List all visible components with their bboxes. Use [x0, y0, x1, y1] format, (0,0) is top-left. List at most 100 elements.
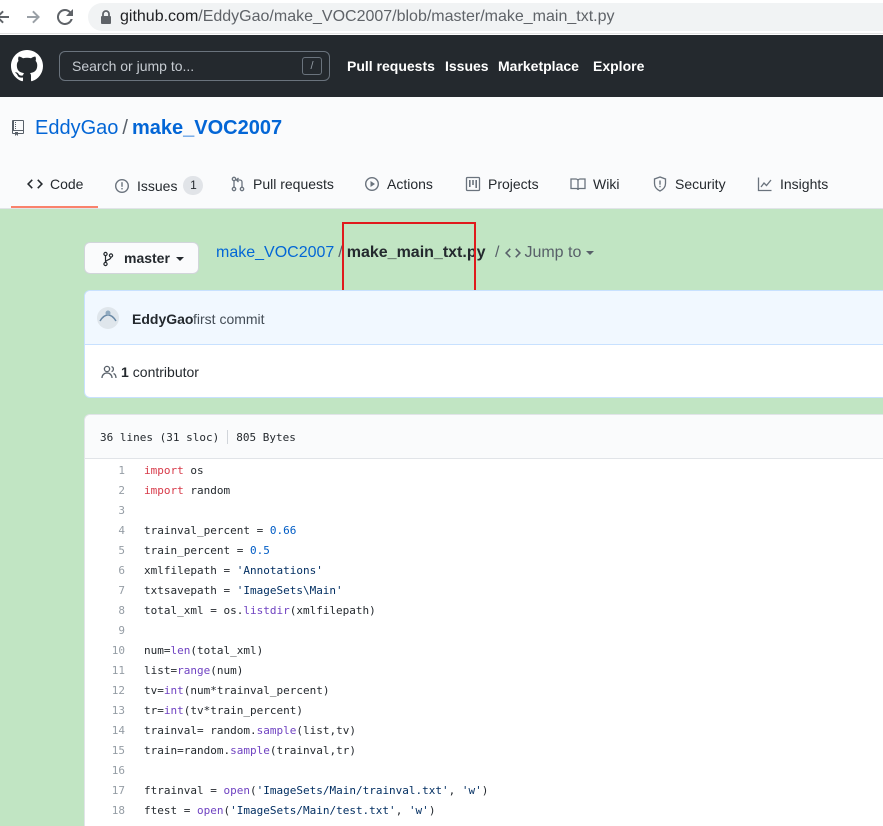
line-number[interactable]: 11 — [85, 661, 125, 681]
graph-icon — [757, 177, 772, 192]
commit-author[interactable]: EddyGao — [132, 311, 193, 327]
code-line: 11 list=range(num) — [85, 661, 883, 681]
tab-code[interactable]: Code — [27, 176, 83, 192]
code-table: 1 import os 2 import random 3 4 trainval_perce… — [85, 461, 883, 821]
code-text: import random — [144, 484, 231, 497]
line-number[interactable]: 9 — [85, 621, 125, 641]
branch-select-button[interactable]: master — [84, 242, 199, 274]
contributors-label: contributor — [132, 364, 199, 380]
code-text: txtsavepath = 'ImageSets\Main' — [144, 584, 343, 597]
tab-issues[interactable]: Issues 1 — [114, 176, 204, 195]
github-logo-icon[interactable] — [11, 50, 43, 82]
tab-projects-label: Projects — [488, 176, 539, 192]
tab-code-label: Code — [50, 176, 84, 192]
code-text: train_percent = 0.5 — [144, 544, 270, 557]
line-number[interactable]: 15 — [85, 741, 125, 761]
tab-insights[interactable]: Insights — [757, 176, 828, 192]
contributors-link[interactable]: 1 contributor — [101, 364, 199, 380]
line-number[interactable]: 8 — [85, 601, 125, 621]
forward-icon[interactable] — [22, 6, 44, 28]
tab-security-label: Security — [675, 176, 726, 192]
code-line: 17 ftrainval = open('ImageSets/Main/train… — [85, 781, 883, 801]
code-text: list=range(num) — [144, 664, 244, 677]
nav-pull-requests[interactable]: Pull requests — [347, 58, 435, 74]
line-number[interactable]: 10 — [85, 641, 125, 661]
code-line: 8 total_xml = os.listdir(xmlfilepath) — [85, 601, 883, 621]
chevron-down-icon — [176, 257, 184, 261]
contributors-count: 1 — [121, 364, 129, 380]
line-number[interactable]: 18 — [85, 801, 125, 821]
line-number[interactable]: 13 — [85, 701, 125, 721]
repo-owner-link[interactable]: EddyGao — [35, 117, 118, 139]
repo-icon — [12, 120, 24, 136]
breadcrumb-repo-link[interactable]: make_VOC2007 — [216, 244, 334, 261]
branch-icon — [103, 251, 114, 267]
code-line: 4 trainval_percent = 0.66 — [85, 521, 883, 541]
code-text: ftest = open('ImageSets/Main/test.txt', … — [144, 804, 436, 817]
line-number[interactable]: 1 — [85, 461, 125, 481]
repo-header: EddyGao / make_VOC2007 Code Issues 1 Pull … — [0, 97, 883, 209]
reload-icon[interactable] — [54, 6, 76, 28]
line-number[interactable]: 14 — [85, 721, 125, 741]
line-number[interactable]: 3 — [85, 501, 125, 521]
url-text: github.com/EddyGao/make_VOC2007/blob/mas… — [120, 8, 614, 26]
tab-actions[interactable]: Actions — [364, 176, 433, 192]
address-bar[interactable]: github.com/EddyGao/make_VOC2007/blob/mas… — [88, 3, 883, 31]
code-line: 1 import os — [85, 461, 883, 481]
line-number[interactable]: 17 — [85, 781, 125, 801]
lock-icon — [101, 10, 111, 24]
commit-message[interactable]: first commit — [193, 311, 265, 327]
jump-separator: / — [495, 244, 500, 261]
repo-name-link[interactable]: make_VOC2007 — [132, 117, 282, 139]
nav-marketplace[interactable]: Marketplace — [498, 58, 579, 74]
repo-title-separator: / — [122, 117, 128, 139]
line-number[interactable]: 6 — [85, 561, 125, 581]
back-icon[interactable] — [0, 6, 14, 28]
line-number[interactable]: 2 — [85, 481, 125, 501]
pull-request-icon — [231, 176, 245, 192]
file-header: 36 lines (31 sloc) 805 Bytes — [85, 415, 883, 459]
code-line: 10 num=len(total_xml) — [85, 641, 883, 661]
line-number[interactable]: 4 — [85, 521, 125, 541]
tab-wiki[interactable]: Wiki — [570, 176, 619, 192]
code-line: 13 tr=int(tv*train_percent) — [85, 701, 883, 721]
tab-security[interactable]: Security — [652, 176, 726, 192]
file-line-count: 36 lines (31 sloc) — [100, 431, 220, 444]
line-number[interactable]: 12 — [85, 681, 125, 701]
search-input[interactable]: Search or jump to... / — [59, 51, 330, 81]
code-line: 3 — [85, 501, 883, 521]
book-icon — [570, 178, 586, 191]
chevron-down-icon — [586, 251, 595, 255]
code-text: trainval= random.sample(list,tv) — [144, 724, 356, 737]
avatar[interactable] — [97, 307, 119, 329]
code-line: 18 ftest = open('ImageSets/Main/test.txt'… — [85, 801, 883, 821]
nav-explore[interactable]: Explore — [593, 58, 644, 74]
code-line: 12 tv=int(num*trainval_percent) — [85, 681, 883, 701]
code-icon — [505, 248, 522, 258]
line-number[interactable]: 16 — [85, 761, 125, 781]
code-text: trainval_percent = 0.66 — [144, 524, 297, 537]
line-number[interactable]: 5 — [85, 541, 125, 561]
search-shortcut-badge: / — [302, 57, 322, 75]
tab-pull-requests[interactable]: Pull requests — [230, 176, 334, 192]
nav-issues[interactable]: Issues — [445, 58, 489, 74]
play-icon — [364, 176, 380, 192]
code-line: 15 train=random.sample(trainval,tr) — [85, 741, 883, 761]
code-icon — [27, 179, 43, 189]
code-text: import os — [144, 464, 204, 477]
code-text: ftrainval = open('ImageSets/Main/trainva… — [144, 784, 489, 797]
tab-projects[interactable]: Projects — [465, 176, 539, 192]
jump-to-label: Jump to — [524, 244, 582, 261]
jump-to-button[interactable]: / Jump to — [495, 244, 595, 262]
search-placeholder: Search or jump to... — [72, 58, 195, 74]
line-number[interactable]: 7 — [85, 581, 125, 601]
tab-wiki-label: Wiki — [593, 176, 620, 192]
file-info: 36 lines (31 sloc) 805 Bytes — [100, 430, 296, 444]
code-line: 7 txtsavepath = 'ImageSets\Main' — [85, 581, 883, 601]
code-text: train=random.sample(trainval,tr) — [144, 744, 356, 757]
issue-icon — [114, 178, 130, 193]
github-header: Search or jump to... / Pull requests Iss… — [0, 35, 883, 97]
code-text: total_xml = os.listdir(xmlfilepath) — [144, 604, 376, 617]
active-tab-indicator — [11, 206, 98, 208]
tab-issues-label: Issues — [137, 177, 178, 194]
